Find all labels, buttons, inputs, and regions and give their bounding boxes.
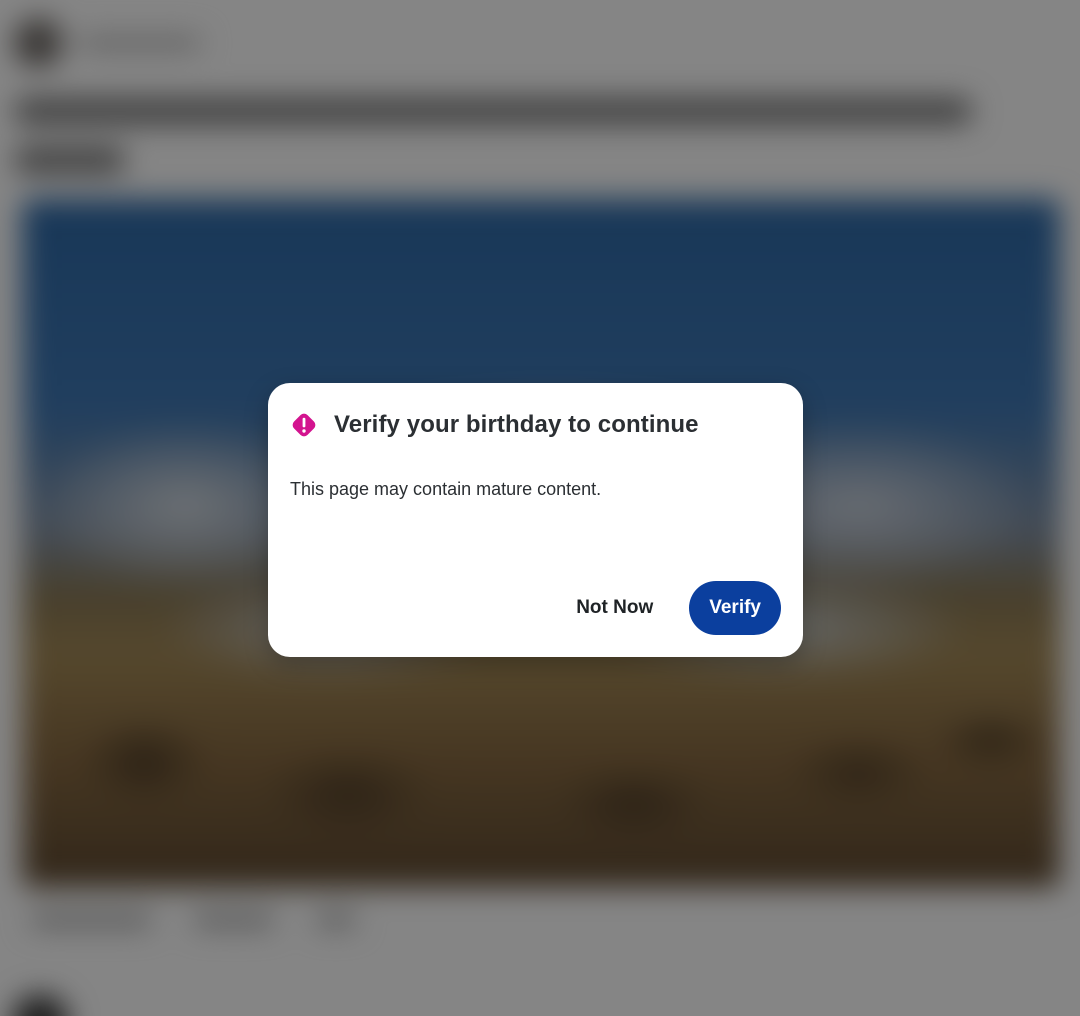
dialog-message: This page may contain mature content.: [290, 479, 602, 499]
verify-button[interactable]: Verify: [689, 581, 781, 635]
page: Verify your birthday to continue This pa…: [0, 0, 1080, 1016]
not-now-button[interactable]: Not Now: [554, 581, 675, 635]
dialog-header: Verify your birthday to continue: [290, 409, 699, 441]
age-verification-dialog: Verify your birthday to continue This pa…: [268, 383, 803, 657]
dialog-title: Verify your birthday to continue: [334, 411, 699, 438]
dialog-actions: Not Now Verify: [554, 581, 781, 635]
warning-diamond-icon: [290, 411, 318, 439]
